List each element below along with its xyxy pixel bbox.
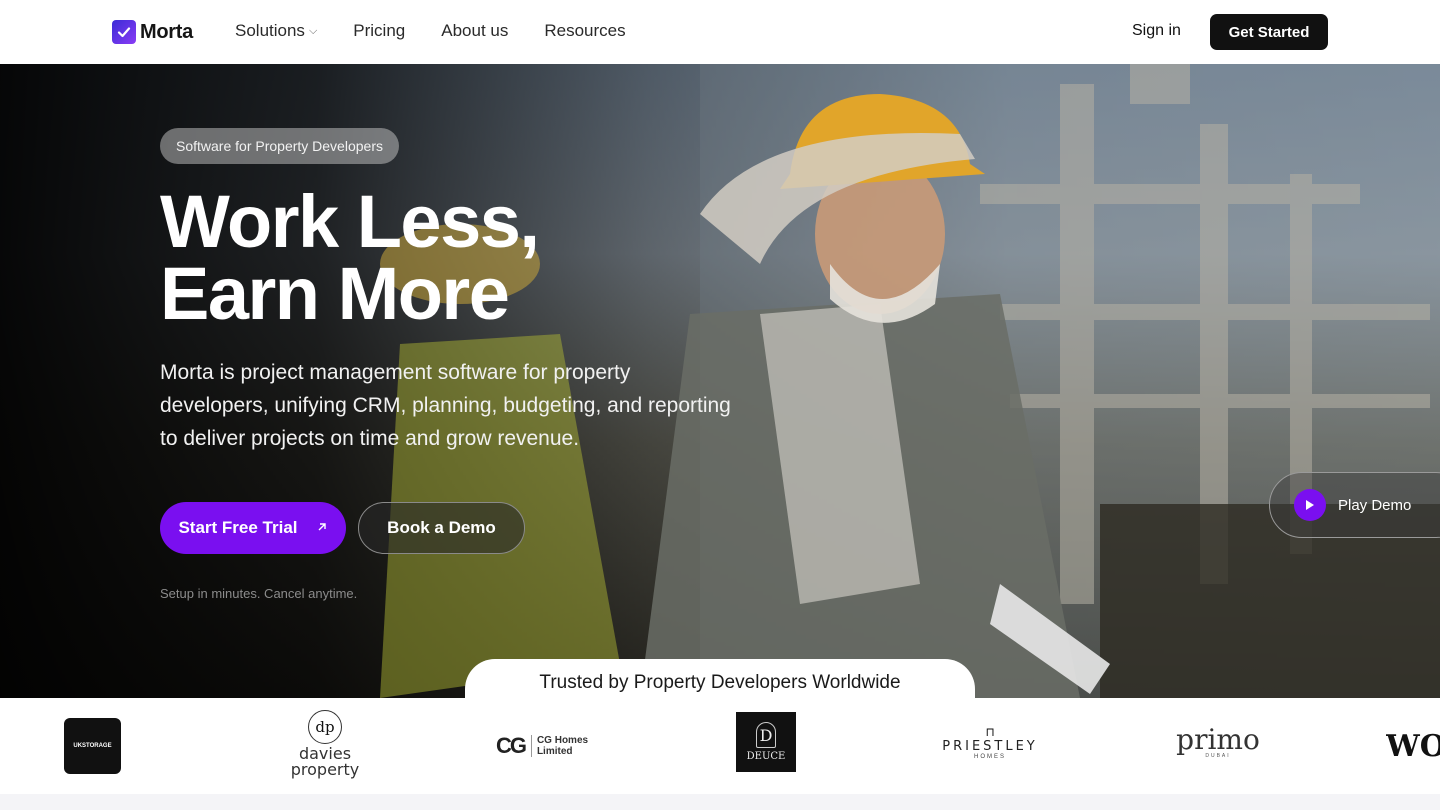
logo-ukstorage: UKSTORAGE — [64, 718, 121, 774]
brand-name: Morta — [140, 20, 193, 43]
logo-cg-homes: CG CG Homes Limited — [490, 730, 594, 762]
hero-headline: Work Less, Earn More — [160, 180, 540, 335]
hero-badge: Software for Property Developers — [160, 128, 399, 164]
nav-solutions-label: Solutions — [235, 21, 305, 40]
hero-section: Software for Property Developers Work Le… — [0, 64, 1440, 698]
top-nav: Morta Solutions ⌵ Pricing About us Resou… — [0, 0, 1440, 64]
cg-mark: CG — [495, 733, 527, 758]
headline-line-2: Earn More — [160, 252, 510, 335]
arrow-up-right-icon — [316, 518, 328, 538]
chevron-down-icon: ⌵ — [308, 24, 318, 37]
wo-text: WO — [1386, 728, 1440, 764]
nav-about-us[interactable]: About us — [441, 21, 508, 41]
cg-line2: Limited — [536, 746, 573, 757]
get-started-button[interactable]: Get Started — [1210, 14, 1328, 50]
logo-davies-property: dp davies property — [288, 706, 362, 782]
deuce-text: DEUCE — [746, 751, 786, 762]
logo-primo: primo DUBAI — [1176, 724, 1260, 762]
logo-priestley: ⊓ PRIESTLEY HOMES — [940, 720, 1040, 764]
client-logos: UKSTORAGE dp davies property CG CG Homes… — [0, 698, 1440, 794]
priestley-sub: HOMES — [973, 753, 1006, 760]
start-free-trial-label: Start Free Trial — [178, 518, 298, 537]
nav-solutions[interactable]: Solutions ⌵ — [235, 21, 317, 41]
logo-ukstorage-text: UKSTORAGE — [73, 743, 112, 749]
play-demo-button[interactable]: Play Demo — [1269, 472, 1440, 538]
hero-subtext: Morta is project management software for… — [160, 361, 731, 450]
section-divider — [0, 794, 1440, 810]
davies-monogram: dp — [308, 710, 342, 744]
nav-pricing[interactable]: Pricing — [353, 21, 405, 41]
morta-logo[interactable]: Morta — [112, 20, 193, 44]
primo-text: primo — [1176, 723, 1260, 756]
book-demo-button[interactable]: Book a Demo — [358, 502, 525, 554]
cg-line1: CG Homes — [536, 735, 589, 746]
setup-note: Setup in minutes. Cancel anytime. — [160, 586, 358, 601]
deuce-monogram: D — [756, 722, 776, 748]
play-demo-label: Play Demo — [1338, 496, 1412, 514]
primo-sub: DUBAI — [1205, 753, 1231, 759]
start-free-trial-button[interactable]: Start Free Trial — [160, 502, 346, 554]
play-icon — [1294, 489, 1326, 521]
trusted-heading: Trusted by Property Developers Worldwide — [465, 659, 975, 698]
priestley-glyph-icon: ⊓ — [985, 724, 995, 739]
headline-line-1: Work Less, — [160, 180, 540, 263]
nav-links: Solutions ⌵ Pricing About us Resources — [235, 21, 626, 41]
sign-in-link[interactable]: Sign in — [1132, 22, 1181, 40]
check-icon — [112, 20, 136, 44]
priestley-text: PRIESTLEY — [942, 738, 1038, 754]
nav-resources[interactable]: Resources — [544, 21, 625, 41]
logo-deuce: D DEUCE — [736, 712, 796, 772]
davies-line2: property — [290, 760, 360, 779]
logo-wo: WO — [1386, 728, 1440, 764]
